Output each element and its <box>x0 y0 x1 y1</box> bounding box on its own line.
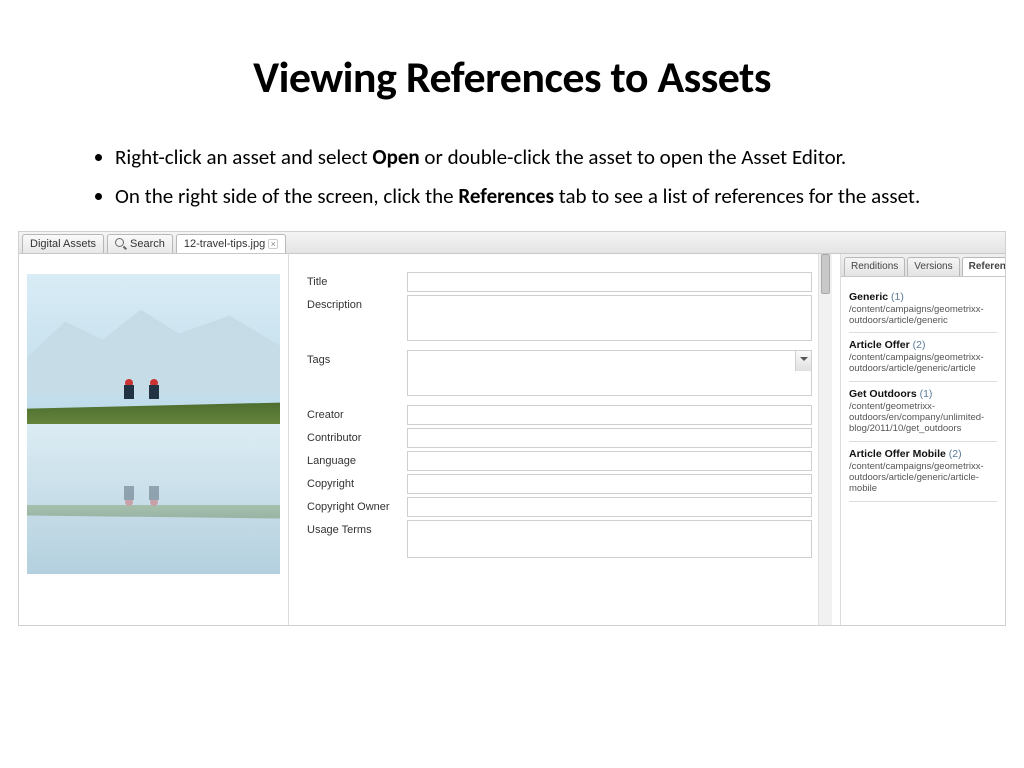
right-tabbar: Renditions Versions References <box>841 254 1005 277</box>
bullet-2: On the right side of the screen, click t… <box>115 183 964 210</box>
chevron-down-icon[interactable] <box>795 351 811 371</box>
creator-input[interactable] <box>407 405 812 425</box>
reference-path: /content/campaigns/geometrixx-outdoors/a… <box>849 462 997 495</box>
description-input[interactable] <box>407 295 812 341</box>
reference-path: /content/campaigns/geometrixx-outdoors/a… <box>849 353 997 375</box>
usage-terms-input[interactable] <box>407 520 812 558</box>
close-icon[interactable]: × <box>268 239 278 249</box>
tab-references[interactable]: References <box>962 257 1006 276</box>
scrollbar[interactable] <box>818 254 832 625</box>
label-title: Title <box>307 272 407 288</box>
preview-pane <box>19 254 289 625</box>
contributor-input[interactable] <box>407 428 812 448</box>
metadata-form: Title Description Tags Creator Contribut… <box>289 254 840 625</box>
tab-search[interactable]: Search <box>107 234 173 253</box>
label-contributor: Contributor <box>307 428 407 444</box>
tab-versions[interactable]: Versions <box>907 257 959 276</box>
bullet-list: Right-click an asset and select Open or … <box>60 144 964 211</box>
reference-item[interactable]: Article Offer (2) /content/campaigns/geo… <box>849 333 997 382</box>
language-input[interactable] <box>407 451 812 471</box>
label-usage-terms: Usage Terms <box>307 520 407 536</box>
tab-digital-assets[interactable]: Digital Assets <box>22 234 104 253</box>
label-copyright: Copyright <box>307 474 407 490</box>
reference-item[interactable]: Article Offer Mobile (2) /content/campai… <box>849 442 997 502</box>
label-creator: Creator <box>307 405 407 421</box>
slide-title: Viewing References to Assets <box>60 50 964 104</box>
copyright-owner-input[interactable] <box>407 497 812 517</box>
label-language: Language <box>307 451 407 467</box>
tags-combo[interactable] <box>407 350 812 396</box>
label-copyright-owner: Copyright Owner <box>307 497 407 513</box>
top-tabbar: Digital Assets Search 12-travel-tips.jpg… <box>19 232 1005 254</box>
tab-file[interactable]: 12-travel-tips.jpg× <box>176 234 286 253</box>
copyright-input[interactable] <box>407 474 812 494</box>
bullet-1: Right-click an asset and select Open or … <box>115 144 964 171</box>
title-input[interactable] <box>407 272 812 292</box>
label-tags: Tags <box>307 350 407 366</box>
reference-path: /content/campaigns/geometrixx-outdoors/a… <box>849 305 997 327</box>
scroll-thumb[interactable] <box>821 254 830 294</box>
references-list: Generic (1) /content/campaigns/geometrix… <box>841 277 1005 510</box>
reference-item[interactable]: Generic (1) /content/campaigns/geometrix… <box>849 285 997 334</box>
right-panel: Renditions Versions References Generic (… <box>840 254 1005 625</box>
tab-renditions[interactable]: Renditions <box>844 257 905 276</box>
reference-path: /content/geometrixx-outdoors/en/company/… <box>849 402 997 435</box>
reference-item[interactable]: Get Outdoors (1) /content/geometrixx-out… <box>849 382 997 442</box>
asset-thumbnail <box>27 274 280 574</box>
asset-editor-screenshot: Digital Assets Search 12-travel-tips.jpg… <box>18 231 1006 626</box>
label-description: Description <box>307 295 407 311</box>
search-icon <box>115 238 127 250</box>
